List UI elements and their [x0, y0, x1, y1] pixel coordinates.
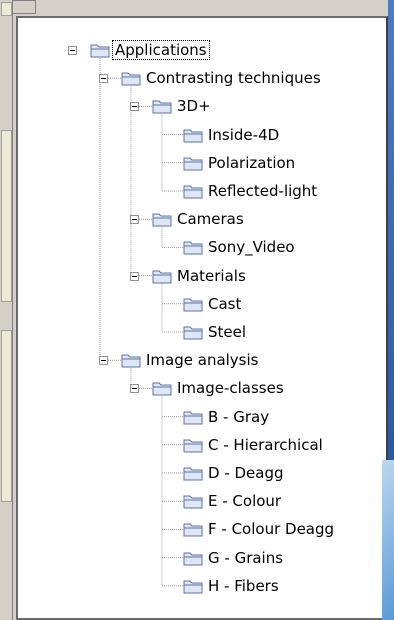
- tree-node-label[interactable]: Applications: [112, 40, 210, 60]
- expand-collapse-minus-icon[interactable]: [130, 102, 139, 112]
- tree-node-label[interactable]: Cameras: [177, 210, 244, 228]
- window-control[interactable]: [12, 0, 36, 14]
- toolbar-tab[interactable]: [1, 330, 12, 502]
- tree-node-label[interactable]: F - Colour Deagg: [208, 520, 334, 538]
- tree-node-label[interactable]: E - Colour: [208, 492, 281, 510]
- expand-collapse-minus-icon[interactable]: [130, 384, 139, 394]
- toolbar-cell[interactable]: [1, 2, 12, 16]
- folder-icon: [183, 185, 203, 199]
- folder-icon: [183, 552, 203, 566]
- tree-node-label[interactable]: Cast: [208, 295, 241, 313]
- folder-icon: [183, 439, 203, 453]
- tree-node-label[interactable]: Steel: [208, 323, 246, 341]
- expand-collapse-minus-icon[interactable]: [130, 215, 139, 225]
- folder-icon: [121, 72, 141, 86]
- tree-node-label[interactable]: Inside-4D: [208, 126, 279, 144]
- tree-node-label[interactable]: C - Hierarchical: [208, 436, 323, 454]
- tree-node-label[interactable]: 3D+: [177, 97, 211, 115]
- folder-icon: [152, 100, 172, 114]
- folder-icon: [152, 382, 172, 396]
- folder-icon: [90, 44, 110, 58]
- folder-icon: [121, 354, 141, 368]
- tree-view-panel[interactable]: Applications Contrasting techniques 3D+ Ins…: [16, 16, 388, 620]
- expand-collapse-minus-icon[interactable]: [130, 271, 139, 281]
- folder-icon: [183, 523, 203, 537]
- folder-icon: [183, 157, 203, 171]
- folder-icon: [183, 495, 203, 509]
- folder-icon: [183, 580, 203, 594]
- tree-node-label[interactable]: Contrasting techniques: [146, 69, 321, 87]
- tree-node-label[interactable]: Materials: [177, 267, 246, 285]
- folder-icon: [183, 298, 203, 312]
- left-toolbar-strip: [0, 0, 13, 620]
- tree-node-label[interactable]: G - Grains: [208, 549, 283, 567]
- tree-node-label[interactable]: D - Deagg: [208, 464, 284, 482]
- tree-node-label[interactable]: Polarization: [208, 154, 295, 172]
- toolbar-tab[interactable]: [1, 130, 12, 302]
- folder-icon: [152, 213, 172, 227]
- tree-node-label[interactable]: Image analysis: [146, 351, 258, 369]
- expand-collapse-minus-icon[interactable]: [68, 46, 77, 55]
- tree-node-label[interactable]: Reflected-light: [208, 182, 317, 200]
- folder-icon: [183, 129, 203, 143]
- folder-icon: [183, 467, 203, 481]
- tree-node-label[interactable]: B - Gray: [208, 408, 269, 426]
- desktop-background: [382, 460, 394, 620]
- folder-icon: [183, 241, 203, 255]
- tree-node-label[interactable]: Image-classes: [177, 379, 284, 397]
- expand-collapse-minus-icon[interactable]: [99, 74, 108, 84]
- folder-icon: [183, 326, 203, 340]
- tree-node-label[interactable]: H - Fibers: [208, 577, 279, 595]
- tree-node-label[interactable]: Sony_Video: [208, 238, 295, 256]
- expand-collapse-minus-icon[interactable]: [99, 356, 108, 366]
- folder-icon: [152, 270, 172, 284]
- folder-icon: [183, 411, 203, 425]
